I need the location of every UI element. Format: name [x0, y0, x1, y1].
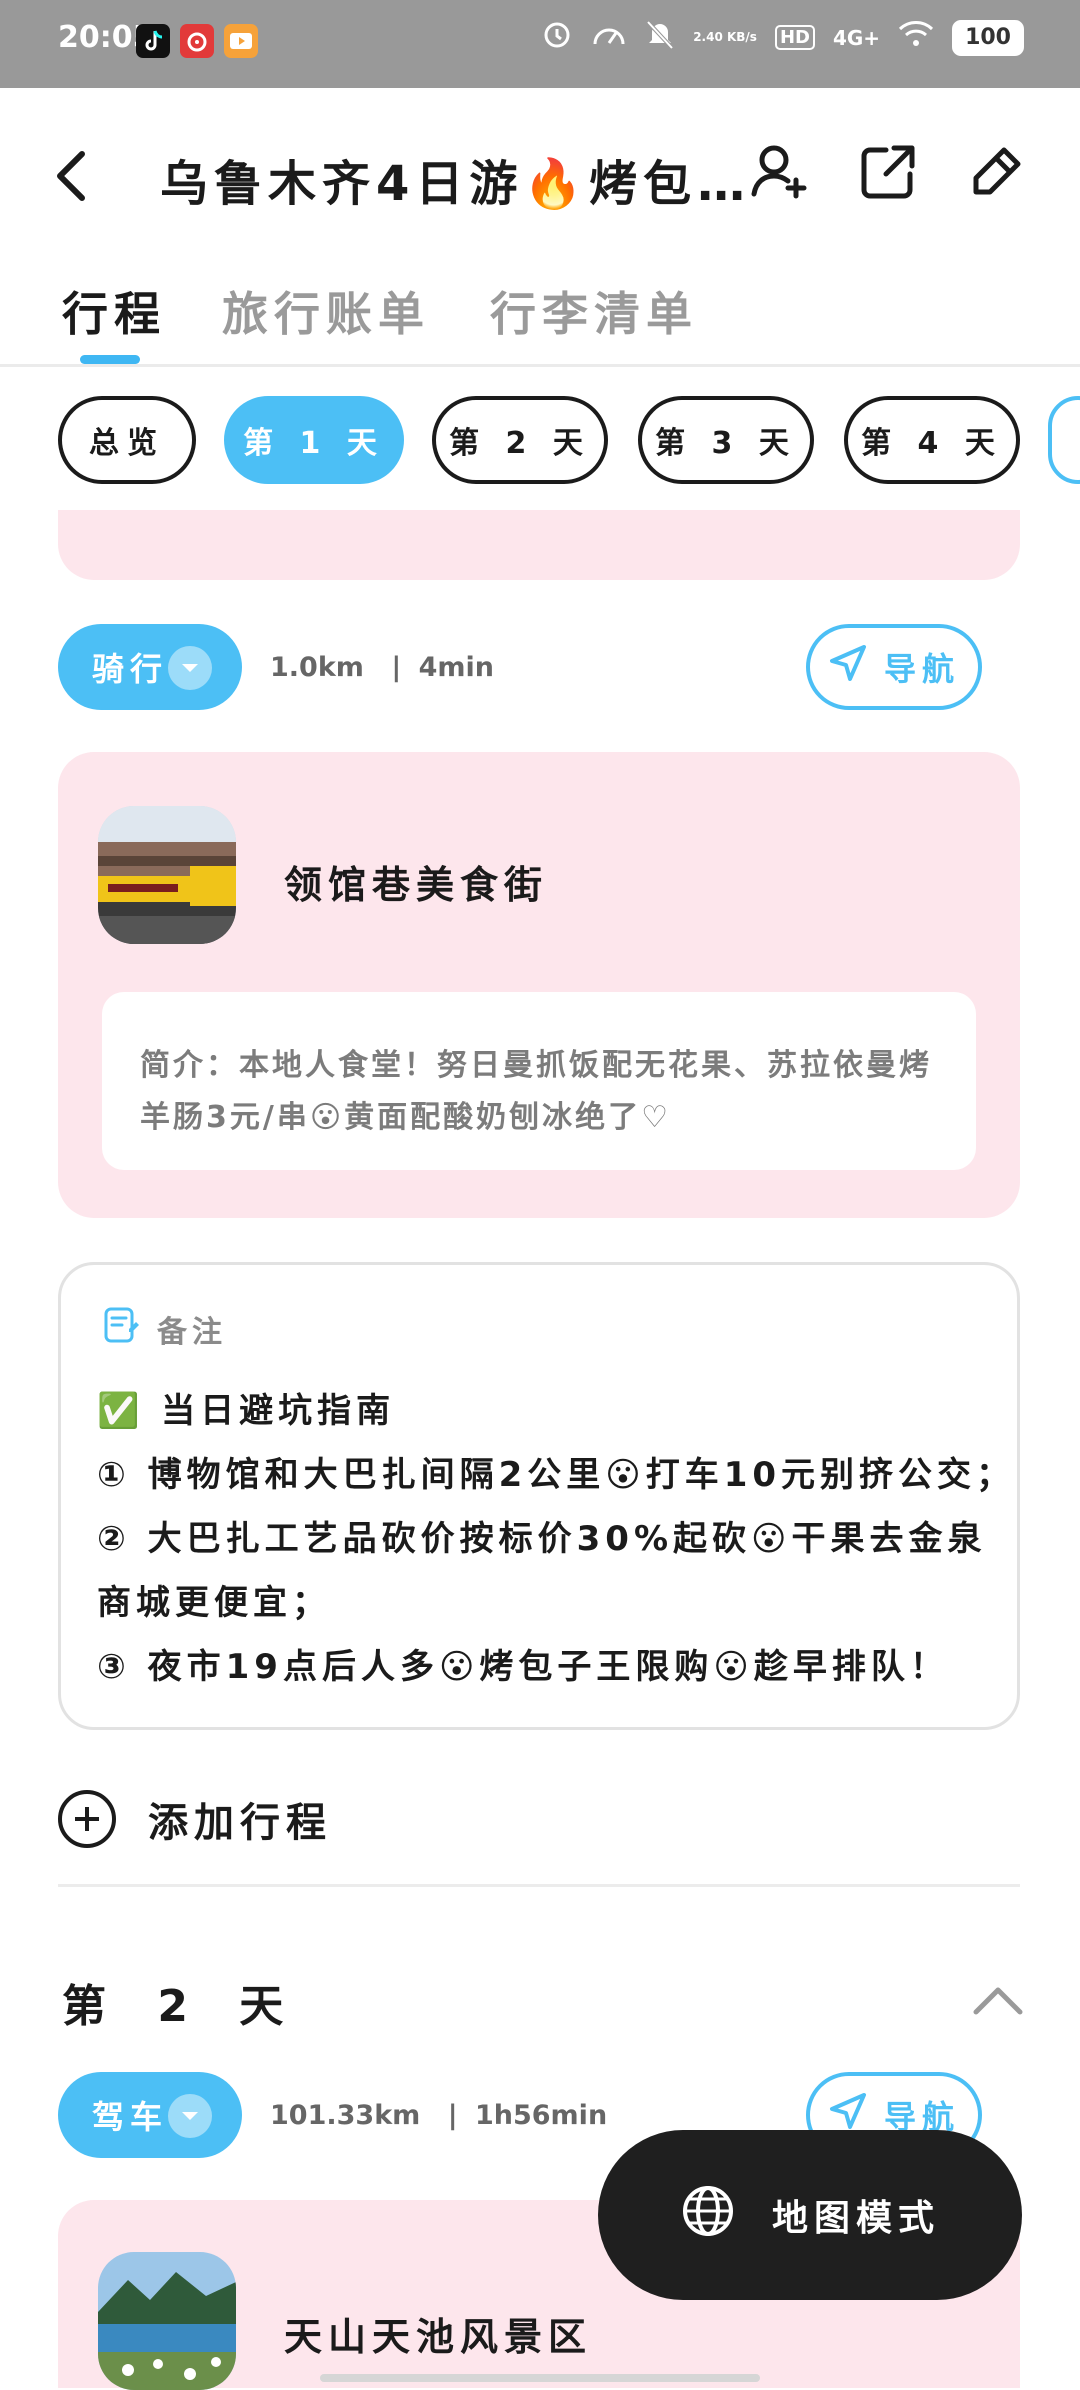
alarm-icon	[541, 18, 573, 57]
note-line: ① 博物馆和大巴扎间隔2公里😮打车10元别挤公交；	[97, 1455, 1016, 1495]
note-line: ③ 夜市19点后人多😮烤包子王限购😮趁早排队！	[97, 1647, 949, 1687]
tab-divider	[0, 364, 1080, 367]
day2-segment-duration: 1h56min	[474, 2100, 608, 2131]
chip-more[interactable]	[1048, 396, 1080, 484]
wifi-icon	[898, 20, 934, 55]
network-type: 4G+	[832, 25, 881, 50]
notes-header: 备注	[101, 1305, 227, 1353]
add-itinerary-label: 添加行程	[148, 1800, 332, 1846]
place-card[interactable]: 领馆巷美食街 简介：本地人食堂！努日曼抓饭配无花果、苏拉依曼烤羊肠3元/串😮黄面…	[58, 752, 1020, 1218]
day2-place-photo	[98, 2252, 236, 2390]
map-mode-label: 地图模式	[771, 2198, 940, 2239]
navigate-button[interactable]: 导航	[806, 624, 982, 710]
video-app-icon	[224, 24, 258, 58]
transport-mode-select[interactable]: 骑行	[58, 624, 242, 710]
status-right: 2.40 KB/s HD 4G+ 100	[541, 18, 1024, 57]
tab-packing-list[interactable]: 行李清单	[490, 278, 698, 344]
tab-indicator	[80, 355, 140, 364]
page-title: 乌鲁木齐4日游🔥烤包…	[160, 156, 752, 212]
tiktok-icon	[136, 24, 170, 58]
notes-title: 备注	[157, 1315, 227, 1350]
chip-day-2[interactable]: 第 2 天	[432, 396, 608, 484]
music-app-icon	[180, 24, 214, 58]
transport-mode-label: 骑行	[92, 650, 169, 688]
battery-indicator: 100	[952, 19, 1024, 56]
tab-itinerary[interactable]: 行程	[62, 278, 166, 344]
note-line: ② 大巴扎工艺品砍价按标价30%起砍😮干果去金泉	[97, 1519, 987, 1559]
home-indicator	[320, 2374, 760, 2382]
segment-distance: 1.0km	[270, 652, 364, 683]
back-icon[interactable]	[48, 146, 98, 206]
share-icon[interactable]	[856, 140, 920, 204]
notes-card[interactable]: 备注 ✅ 当日避坑指南 ① 博物馆和大巴扎间隔2公里😮打车10元别挤公交； ② …	[58, 1262, 1020, 1730]
tab-travel-bill[interactable]: 旅行账单	[222, 278, 430, 344]
notes-body: ✅ 当日避坑指南 ① 博物馆和大巴扎间隔2公里😮打车10元别挤公交； ② 大巴扎…	[97, 1379, 1016, 1699]
chip-day-1[interactable]: 第 1 天	[224, 396, 404, 484]
app-header: 乌鲁木齐4日游🔥烤包…	[0, 88, 1080, 258]
place-intro: 简介：本地人食堂！努日曼抓饭配无花果、苏拉依曼烤羊肠3元/串😮黄面配酸奶刨冰绝了…	[102, 992, 976, 1170]
note-icon	[101, 1305, 141, 1353]
place-photo	[98, 806, 236, 944]
navigate-label: 导航	[883, 650, 960, 688]
chip-day-3[interactable]: 第 3 天	[638, 396, 814, 484]
previous-place-card	[58, 510, 1020, 580]
chevron-down-icon	[168, 2094, 212, 2138]
globe-icon	[680, 2183, 736, 2248]
net-speed: 2.40 KB/s	[693, 30, 757, 44]
add-member-icon[interactable]	[748, 140, 812, 204]
day2-transport-mode-label: 驾车	[92, 2098, 169, 2136]
edit-icon[interactable]	[964, 140, 1028, 204]
note-line: ✅ 当日避坑指南	[97, 1391, 396, 1431]
segment-duration: 4min	[418, 652, 495, 683]
separator: |	[447, 2100, 458, 2131]
mute-icon	[645, 18, 675, 57]
day2-segment-distance: 101.33km	[270, 2100, 421, 2131]
hd-badge: HD	[774, 25, 815, 50]
day2-segment-info: 101.33km | 1h56min	[270, 2100, 607, 2131]
speed-gauge-icon	[591, 18, 627, 57]
day2-place-name: 天山天池风景区	[284, 2315, 593, 2359]
chip-day-4[interactable]: 第 4 天	[844, 396, 1020, 484]
place-name: 领馆巷美食街	[284, 863, 549, 907]
add-itinerary-button[interactable]: 添加行程	[58, 1790, 332, 1848]
day2-transport-mode-select[interactable]: 驾车	[58, 2072, 242, 2158]
day-2-heading: 第 2 天	[62, 1981, 302, 2032]
note-line: 商城更便宜；	[97, 1583, 331, 1623]
map-mode-button[interactable]: 地图模式	[598, 2130, 1022, 2300]
navigation-arrow-icon	[828, 643, 868, 691]
section-divider	[58, 1884, 1020, 1887]
status-bar: 20:05 2.40 KB/s HD 4G+ 100	[0, 0, 1080, 88]
separator: |	[391, 652, 402, 683]
plus-circle-icon	[58, 1790, 116, 1848]
chip-overview[interactable]: 总览	[58, 396, 196, 484]
chevron-up-icon[interactable]	[972, 1982, 1024, 2018]
segment-info: 1.0km | 4min	[270, 652, 494, 683]
chevron-down-icon	[168, 646, 212, 690]
